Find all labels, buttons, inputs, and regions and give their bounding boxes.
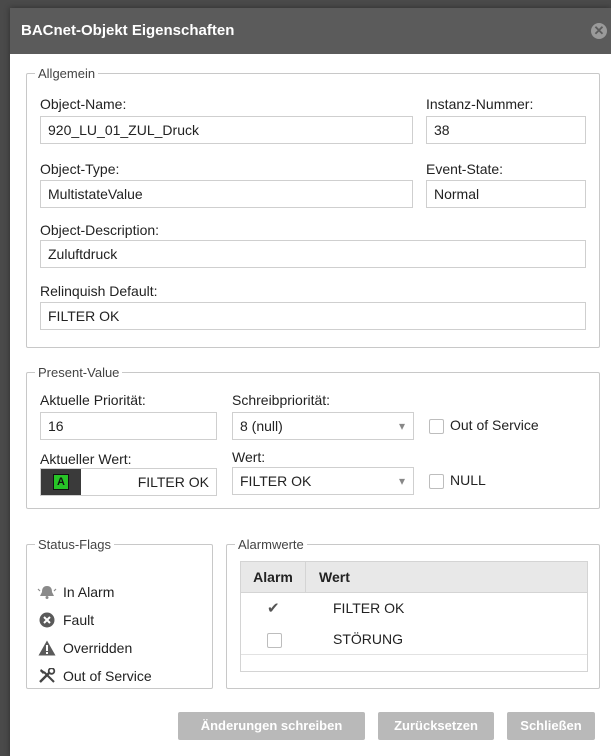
flag-overridden-label: Overridden: [63, 640, 133, 656]
row-wert: FILTER OK: [333, 600, 405, 616]
row-checkbox[interactable]: [267, 633, 282, 648]
schreib-label: Schreibpriorität:: [232, 392, 331, 408]
null-checkbox[interactable]: [429, 474, 444, 489]
flag-overridden: Overridden: [37, 640, 132, 656]
fault-icon: [39, 612, 55, 628]
col-alarm-header[interactable]: Alarm: [241, 562, 305, 592]
object-name-label: Object-Name:: [40, 96, 127, 112]
reset-button[interactable]: Zurücksetzen: [378, 712, 494, 740]
wert-aktuell-label: Aktueller Wert:: [40, 451, 132, 467]
oos-label: Out of Service: [450, 417, 539, 433]
event-state-label: Event-State:: [426, 161, 504, 177]
alarm-state-badge-bg: A: [41, 469, 81, 495]
bacnet-properties-dialog: BACnet-Objekt Eigenschaften ✕ Allgemein …: [10, 8, 611, 756]
wert-select[interactable]: FILTER OK: [232, 467, 414, 495]
flag-in-alarm-label: In Alarm: [63, 584, 115, 600]
tools-icon: [39, 668, 56, 683]
wert-aktuell-field: A FILTER OK: [40, 468, 217, 496]
table-header: Alarm Wert: [241, 562, 587, 593]
present-value-legend: Present-Value: [38, 365, 120, 380]
schreib-select[interactable]: 8 (null): [232, 412, 414, 440]
warning-icon: [38, 640, 56, 656]
close-icon[interactable]: ✕: [591, 23, 607, 39]
status-flags-group: Status-Flags In Alarm Fault Overridden O…: [26, 537, 213, 689]
flag-out-of-service-label: Out of Service: [63, 668, 152, 684]
object-name-field[interactable]: 920_LU_01_ZUL_Druck: [40, 116, 413, 144]
instanz-field[interactable]: 38: [426, 116, 586, 144]
checkmark-icon[interactable]: ✔: [267, 599, 280, 617]
table-row[interactable]: ✔ FILTER OK: [241, 593, 587, 623]
status-flags-legend: Status-Flags: [38, 537, 111, 552]
null-label: NULL: [450, 472, 486, 488]
col-wert-header[interactable]: Wert: [319, 562, 350, 592]
instanz-label: Instanz-Nummer:: [426, 96, 534, 112]
oos-checkbox[interactable]: [429, 419, 444, 434]
alarm-state-badge: A: [53, 474, 69, 490]
wert-aktuell-value: FILTER OK: [137, 474, 209, 490]
prio-field[interactable]: 16: [40, 412, 217, 440]
flag-out-of-service: Out of Service: [37, 668, 152, 684]
event-state-field[interactable]: Normal: [426, 180, 586, 208]
header-divider: [305, 562, 306, 592]
allgemein-legend: Allgemein: [38, 66, 96, 81]
object-type-field[interactable]: MultistateValue: [40, 180, 413, 208]
write-changes-button[interactable]: Änderungen schreiben: [178, 712, 365, 740]
flag-fault-label: Fault: [63, 612, 95, 628]
prio-label: Aktuelle Priorität:: [40, 392, 146, 408]
dialog-title: BACnet-Objekt Eigenschaften: [21, 22, 235, 39]
flag-fault: Fault: [37, 612, 94, 628]
dialog-titlebar: BACnet-Objekt Eigenschaften ✕: [10, 8, 611, 54]
alarmwerte-table: Alarm Wert ✔ FILTER OK STÖRUNG: [240, 561, 588, 672]
wert-label: Wert:: [232, 449, 266, 465]
close-button[interactable]: Schließen: [507, 712, 595, 740]
description-field[interactable]: Zuluftdruck: [40, 240, 586, 268]
alarmwerte-legend: Alarmwerte: [238, 537, 304, 552]
object-type-label: Object-Type:: [40, 161, 120, 177]
relinquish-label: Relinquish Default:: [40, 283, 158, 299]
flag-in-alarm: In Alarm: [37, 584, 114, 600]
table-row[interactable]: STÖRUNG: [241, 624, 587, 655]
row-wert: STÖRUNG: [333, 631, 403, 647]
bell-icon: [37, 586, 57, 599]
description-label: Object-Description:: [40, 222, 160, 238]
relinquish-field[interactable]: FILTER OK: [40, 302, 586, 330]
